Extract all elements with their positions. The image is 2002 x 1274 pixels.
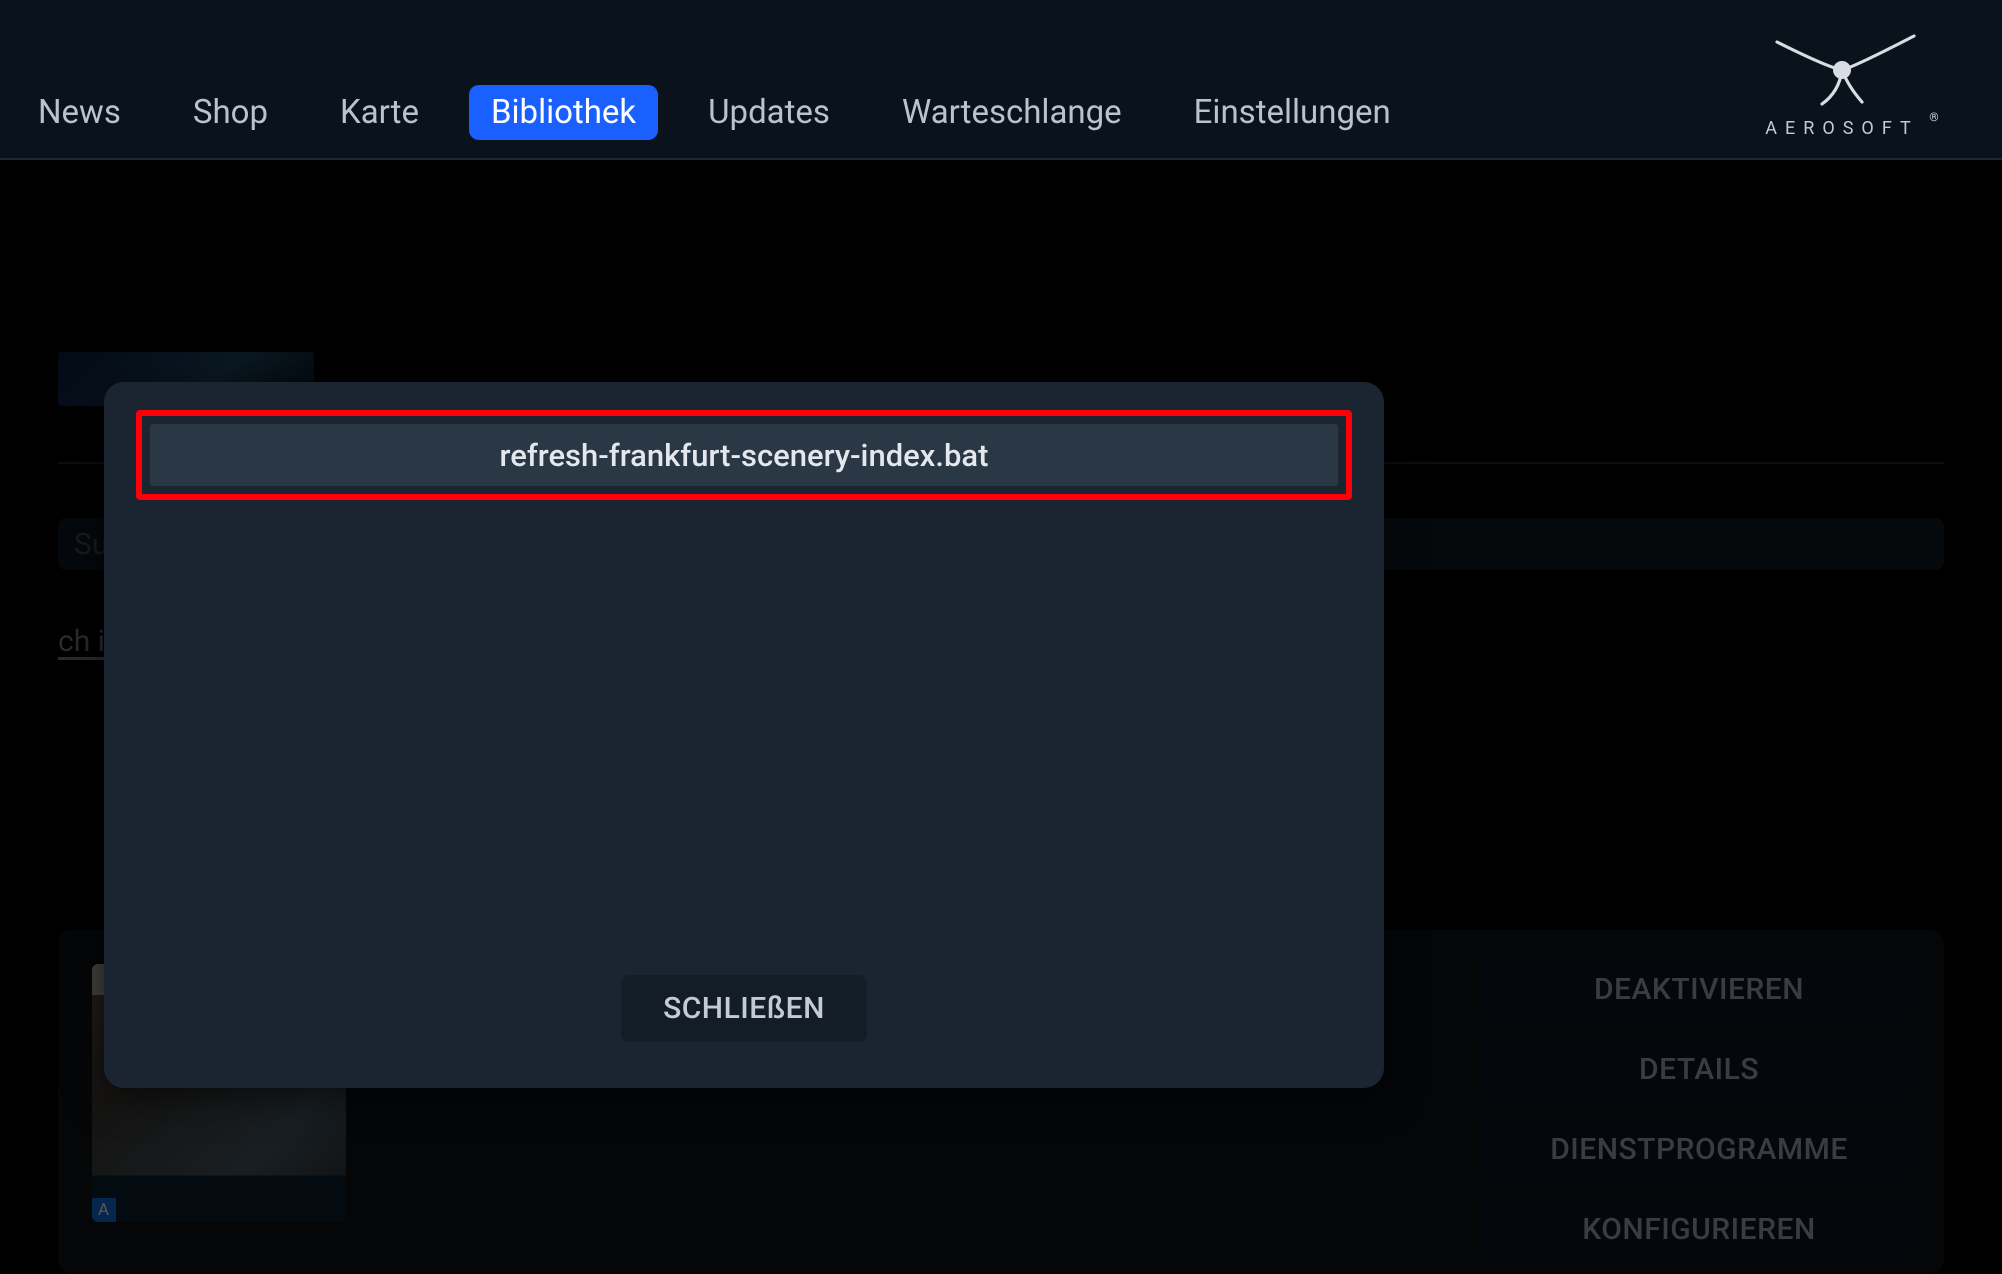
nav-settings-label: Einstellungen — [1194, 93, 1391, 132]
nav-queue[interactable]: Warteschlange — [880, 85, 1144, 140]
close-button[interactable]: SCHLIEßEN — [621, 975, 867, 1042]
nav-updates[interactable]: Updates — [686, 85, 852, 140]
nav-shop[interactable]: Shop — [171, 85, 290, 140]
utilities-button[interactable]: DIENSTPROGRAMME — [1482, 1116, 1916, 1182]
nav-updates-label: Updates — [708, 93, 830, 132]
deactivate-button[interactable]: DEAKTIVIEREN — [1482, 956, 1916, 1022]
nav-library-label: Bibliothek — [491, 93, 636, 132]
deactivate-label: DEAKTIVIEREN — [1594, 972, 1804, 1007]
utility-highlight: refresh-frankfurt-scenery-index.bat — [136, 410, 1352, 500]
details-button[interactable]: DETAILS — [1482, 1036, 1916, 1102]
configure-label: KONFIGURIEREN — [1582, 1212, 1815, 1247]
utility-file-button[interactable]: refresh-frankfurt-scenery-index.bat — [150, 424, 1338, 486]
nav-map[interactable]: Karte — [318, 85, 441, 140]
nav-news[interactable]: News — [16, 85, 143, 140]
main-nav: News Shop Karte Bibliothek Updates Warte… — [16, 85, 1413, 140]
nav-map-label: Karte — [340, 93, 419, 132]
nav-library[interactable]: Bibliothek — [469, 85, 658, 140]
top-nav-bar: News Shop Karte Bibliothek Updates Warte… — [0, 0, 2002, 160]
utilities-modal: refresh-frankfurt-scenery-index.bat SCHL… — [104, 382, 1384, 1088]
utilities-label: DIENSTPROGRAMME — [1550, 1132, 1848, 1167]
nav-settings[interactable]: Einstellungen — [1172, 85, 1413, 140]
configure-button[interactable]: KONFIGURIEREN — [1482, 1196, 1916, 1262]
nav-queue-label: Warteschlange — [902, 93, 1122, 132]
aerosoft-icon — [1742, 22, 1942, 112]
details-label: DETAILS — [1639, 1052, 1759, 1087]
product-badge: A — [92, 1198, 116, 1222]
nav-news-label: News — [38, 93, 121, 132]
brand-logo: AEROSOFT — [1712, 0, 1972, 160]
utility-file-label: refresh-frankfurt-scenery-index.bat — [500, 437, 989, 474]
brand-name: AEROSOFT — [1765, 118, 1918, 139]
nav-shop-label: Shop — [193, 93, 268, 132]
close-button-label: SCHLIEßEN — [663, 991, 825, 1026]
product-action-column: DEAKTIVIEREN DETAILS DIENSTPROGRAMME KON… — [1482, 956, 1916, 1274]
